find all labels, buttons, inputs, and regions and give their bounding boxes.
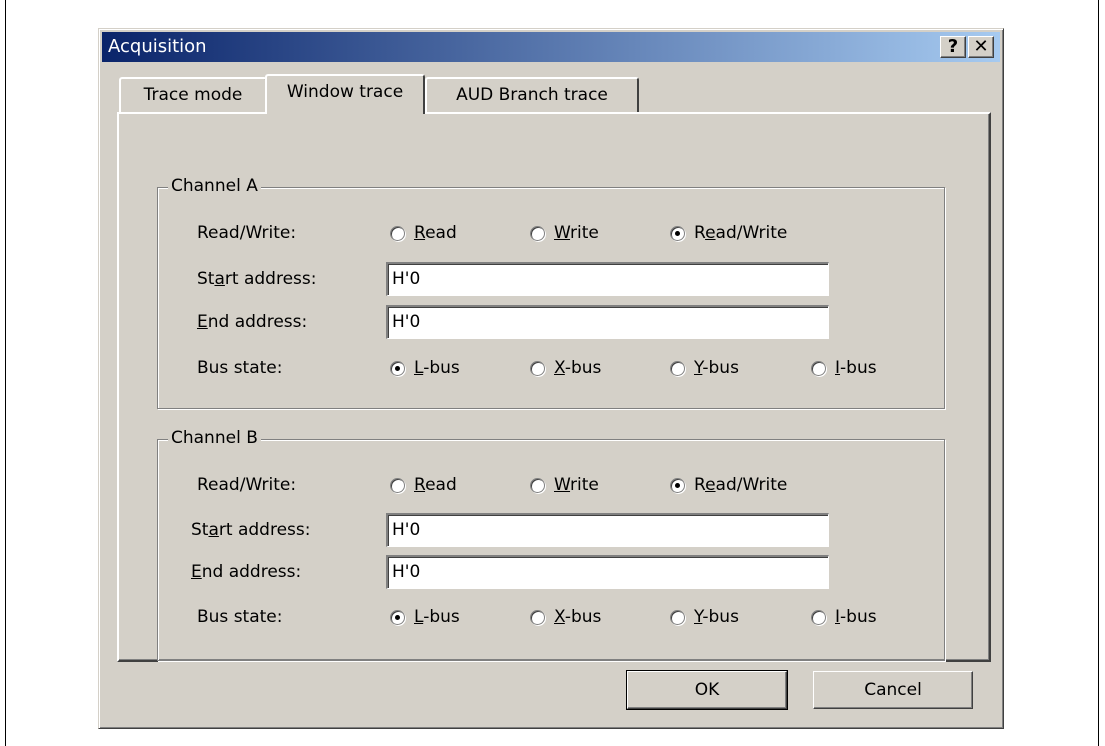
- channel-a-group: Channel A Read/Write: Read Write Read/Wr…: [157, 176, 945, 409]
- channel-a-radio-readwrite[interactable]: Read/Write: [670, 223, 787, 243]
- help-button[interactable]: ?: [940, 36, 966, 58]
- radio-circle-selected: [670, 477, 685, 493]
- channel-a-legend: Channel A: [168, 176, 261, 196]
- channel-a-radio-read[interactable]: Read: [390, 223, 457, 243]
- radio-circle: [530, 360, 545, 376]
- tab-label: AUD Branch trace: [456, 85, 608, 105]
- radio-circle: [670, 609, 685, 625]
- channel-a-bus-label: Bus state:: [197, 358, 283, 378]
- tab-aud-branch-trace[interactable]: AUD Branch trace: [425, 77, 639, 113]
- channel-a-start-label: Start address:: [197, 269, 317, 289]
- radio-label: I-bus: [835, 358, 877, 378]
- channel-b-end-label: End address:: [191, 562, 302, 582]
- channel-b-radio-x-bus[interactable]: X-bus: [530, 607, 601, 627]
- radio-label: Y-bus: [694, 358, 739, 378]
- radio-circle: [670, 360, 685, 376]
- dialog-title: Acquisition: [108, 36, 207, 57]
- cancel-button[interactable]: Cancel: [813, 671, 973, 709]
- radio-label: X-bus: [554, 358, 602, 378]
- tab-window-trace[interactable]: Window trace: [265, 74, 425, 114]
- channel-a-start-address-input[interactable]: H'0: [386, 262, 829, 296]
- channel-a-radio-write[interactable]: Write: [530, 223, 599, 243]
- tab-label: Window trace: [286, 82, 404, 102]
- channel-b-end-address-input[interactable]: H'0: [386, 555, 829, 589]
- radio-circle: [530, 609, 545, 625]
- channel-a-radio-y-bus[interactable]: Y-bus: [670, 358, 739, 378]
- radio-label: L-bus: [414, 607, 460, 627]
- title-bar[interactable]: Acquisition ? ✕: [102, 32, 1000, 62]
- tab-label: Trace mode: [143, 85, 243, 105]
- radio-label: Write: [554, 475, 599, 495]
- acquisition-dialog: Acquisition ? ✕ Trace mode Window trace …: [98, 28, 1004, 729]
- channel-a-radio-i-bus[interactable]: I-bus: [811, 358, 877, 378]
- radio-label: Read/Write: [694, 475, 788, 495]
- frame-right-line: [1098, 0, 1099, 746]
- channel-b-start-address-input[interactable]: H'0: [386, 513, 829, 547]
- tab-trace-mode[interactable]: Trace mode: [119, 77, 267, 113]
- channel-a-end-label: End address:: [197, 312, 308, 332]
- channel-b-group: Channel B Read/Write: Read Write Read/Wr…: [157, 428, 945, 661]
- radio-circle: [530, 477, 545, 493]
- channel-b-start-label: Start address:: [191, 520, 311, 540]
- radio-circle: [390, 225, 405, 241]
- channel-a-end-address-input[interactable]: H'0: [386, 305, 829, 339]
- radio-circle-selected: [670, 225, 685, 241]
- radio-label: I-bus: [835, 607, 877, 627]
- frame-left-line: [5, 0, 6, 746]
- radio-label: Read/Write: [694, 223, 788, 243]
- channel-a-radio-l-bus[interactable]: L-bus: [390, 358, 460, 378]
- channel-a-rw-label: Read/Write:: [197, 223, 297, 243]
- radio-label: Read: [414, 223, 457, 243]
- close-button[interactable]: ✕: [968, 36, 994, 58]
- window-trace-panel: Channel A Read/Write: Read Write Read/Wr…: [117, 112, 991, 662]
- channel-b-radio-read[interactable]: Read: [390, 475, 457, 495]
- channel-b-bus-label: Bus state:: [197, 607, 283, 627]
- channel-b-radio-i-bus[interactable]: I-bus: [811, 607, 877, 627]
- channel-b-radio-write[interactable]: Write: [530, 475, 599, 495]
- close-icon: ✕: [973, 36, 989, 57]
- channel-b-radio-readwrite[interactable]: Read/Write: [670, 475, 787, 495]
- help-icon: ?: [947, 36, 959, 57]
- radio-circle: [390, 477, 405, 493]
- radio-circle: [811, 360, 826, 376]
- radio-label: X-bus: [554, 607, 602, 627]
- channel-b-radio-y-bus[interactable]: Y-bus: [670, 607, 739, 627]
- radio-circle-selected: [390, 609, 405, 625]
- radio-circle: [530, 225, 545, 241]
- radio-label: Read: [414, 475, 457, 495]
- radio-label: Y-bus: [694, 607, 739, 627]
- channel-b-legend: Channel B: [168, 428, 261, 448]
- radio-label: L-bus: [414, 358, 460, 378]
- channel-b-rw-label: Read/Write:: [197, 475, 297, 495]
- ok-button[interactable]: OK: [626, 670, 788, 710]
- radio-circle-selected: [390, 360, 405, 376]
- channel-a-radio-x-bus[interactable]: X-bus: [530, 358, 601, 378]
- radio-circle: [811, 609, 826, 625]
- radio-label: Write: [554, 223, 599, 243]
- channel-b-radio-l-bus[interactable]: L-bus: [390, 607, 460, 627]
